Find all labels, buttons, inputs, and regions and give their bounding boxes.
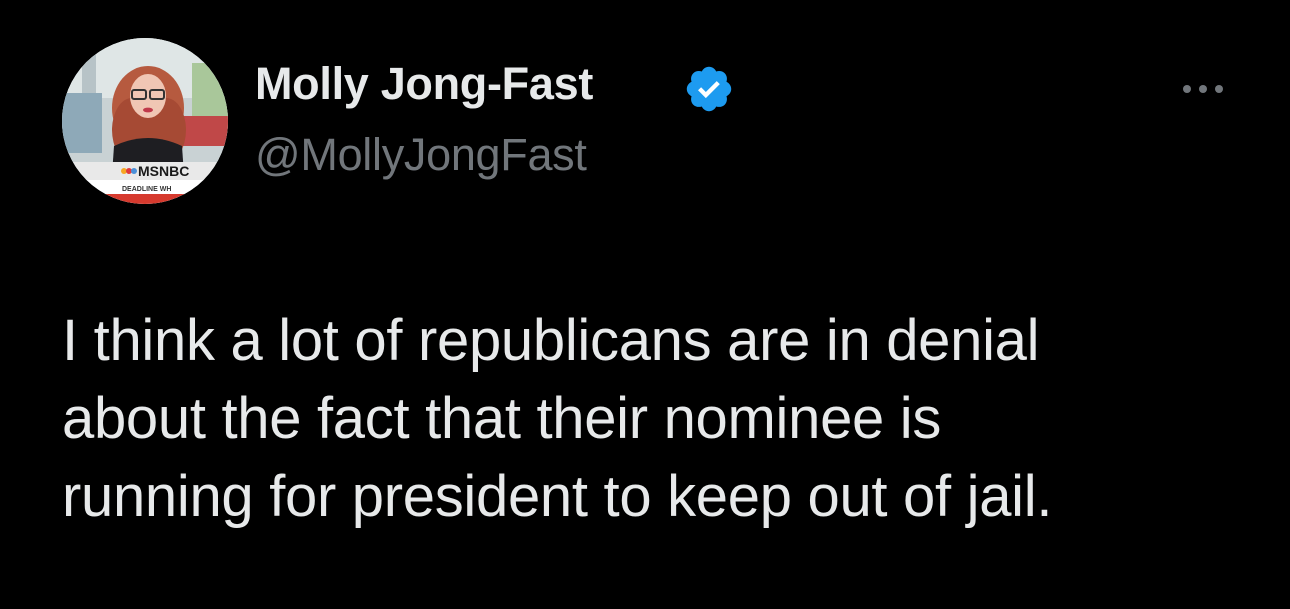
- avatar-caption: MSNBC: [138, 163, 189, 179]
- avatar-image: MSNBC DEADLINE WH: [62, 38, 228, 204]
- tweet-text: I think a lot of republicans are in deni…: [62, 302, 1242, 536]
- user-handle[interactable]: @MollyJongFast: [255, 129, 587, 181]
- tweet-card: MSNBC DEADLINE WH Molly Jong-Fast @Molly…: [0, 0, 1290, 609]
- tweet-text-line: about the fact that their nominee is: [62, 386, 942, 451]
- more-options-button[interactable]: [1176, 74, 1230, 104]
- tweet-text-line: I think a lot of republicans are in deni…: [62, 308, 1040, 373]
- display-name[interactable]: Molly Jong-Fast: [255, 58, 593, 110]
- more-horizontal-icon: [1183, 85, 1223, 93]
- verified-badge-icon[interactable]: [683, 63, 735, 115]
- avatar-ticker: DEADLINE WH: [122, 186, 171, 193]
- avatar[interactable]: MSNBC DEADLINE WH: [62, 38, 228, 204]
- tweet-text-line: running for president to keep out of jai…: [62, 464, 1053, 529]
